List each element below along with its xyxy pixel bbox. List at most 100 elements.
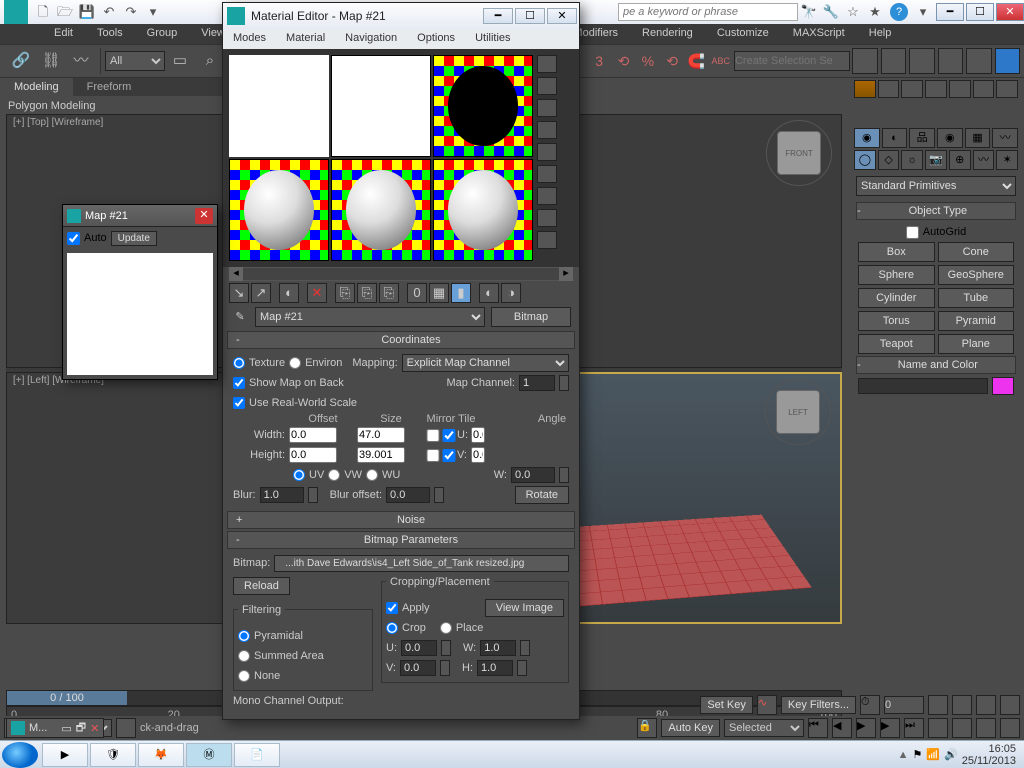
object-name-input[interactable]: [858, 378, 988, 394]
select-by-mat-icon[interactable]: [537, 209, 557, 227]
material-editor-icon[interactable]: [995, 48, 1021, 74]
btn-torus[interactable]: Torus: [858, 311, 935, 331]
ribbon-tab-freeform[interactable]: Freeform: [73, 78, 146, 96]
goto-end-icon[interactable]: ⏭: [904, 718, 924, 738]
redo-icon[interactable]: ↷: [122, 3, 140, 21]
taskbar-firefox-icon[interactable]: 🦊: [138, 743, 184, 767]
make-copy-icon[interactable]: ⎘: [335, 283, 355, 303]
place-radio[interactable]: [440, 622, 452, 634]
mirror-icon[interactable]: [852, 48, 878, 74]
crop-radio[interactable]: [386, 622, 398, 634]
name-color-header[interactable]: -Name and Color: [856, 356, 1016, 374]
summed-radio[interactable]: [238, 650, 250, 662]
menu-customize[interactable]: Customize: [705, 24, 781, 44]
reload-button[interactable]: Reload: [233, 577, 290, 595]
nav-icon[interactable]: [976, 695, 996, 715]
mapping-select[interactable]: Explicit Map Channel: [402, 354, 569, 372]
open-icon[interactable]: 🗁: [56, 3, 74, 21]
bitmap-path-button[interactable]: ...ith Dave Edwards\is4_Left Side_of_Tan…: [274, 555, 569, 572]
selection-set-input[interactable]: [734, 51, 850, 71]
btn-sphere[interactable]: Sphere: [858, 265, 935, 285]
crop-w-input[interactable]: [480, 640, 516, 656]
preview-titlebar[interactable]: Map #21 ✕: [63, 205, 217, 227]
space-warps-cat-icon[interactable]: 〰: [973, 150, 995, 170]
geometry-cat-icon[interactable]: ◯: [854, 150, 876, 170]
taskbar-wmp-icon[interactable]: ▶: [42, 743, 88, 767]
teapot-icon[interactable]: [949, 80, 971, 98]
system-tray[interactable]: ▲ ⚑ 📶 🔊: [898, 748, 962, 761]
link-icon[interactable]: 🔗: [8, 48, 34, 74]
nav-icon[interactable]: [976, 718, 996, 738]
nav-icon[interactable]: [952, 718, 972, 738]
keymode-select[interactable]: Selected: [724, 719, 804, 737]
btn-teapot[interactable]: Teapot: [858, 334, 935, 354]
next-frame-icon[interactable]: ▶: [880, 718, 900, 738]
get-material-icon[interactable]: ↘: [229, 283, 249, 303]
btn-box[interactable]: Box: [858, 242, 935, 262]
shapes-cat-icon[interactable]: ◇: [878, 150, 900, 170]
taskbar-clock[interactable]: 16:0525/11/2013: [962, 743, 1022, 767]
modify-tab-icon[interactable]: ◐: [882, 128, 908, 148]
nav-icon[interactable]: [928, 695, 948, 715]
crop-h-input[interactable]: [477, 660, 513, 676]
rollout-noise-header[interactable]: +Noise: [227, 511, 575, 529]
goto-start-icon[interactable]: ⏮: [808, 718, 828, 738]
taskbar-app-icon[interactable]: 🛡: [90, 743, 136, 767]
keyfilters-button[interactable]: Key Filters...: [781, 696, 856, 714]
autogrid-checkbox[interactable]: [906, 226, 919, 239]
mat-id-icon[interactable]: 0: [407, 283, 427, 303]
favorite-icon[interactable]: ★: [866, 3, 884, 21]
menu-group[interactable]: Group: [135, 24, 190, 44]
btn-pyramid[interactable]: Pyramid: [938, 311, 1015, 331]
helpers-cat-icon[interactable]: ⊕: [949, 150, 971, 170]
height-size-input[interactable]: [357, 447, 405, 463]
width-offset-input[interactable]: [289, 427, 337, 443]
material-slot-5[interactable]: [331, 159, 431, 261]
prompt-icon[interactable]: [116, 718, 136, 738]
render-setup-icon[interactable]: [878, 80, 900, 98]
start-button[interactable]: [2, 742, 38, 768]
mateditor-titlebar[interactable]: Material Editor - Map #21 ━ ☐ ✕: [223, 3, 579, 29]
material-slot-1[interactable]: [229, 55, 329, 157]
width-size-input[interactable]: [357, 427, 405, 443]
render-icon[interactable]: [925, 80, 947, 98]
spinner[interactable]: [308, 487, 318, 503]
texture-radio[interactable]: [233, 357, 245, 369]
environ-radio[interactable]: [289, 357, 301, 369]
assign-to-sel-icon[interactable]: ◐: [279, 283, 299, 303]
help-icon[interactable]: ?: [890, 3, 908, 21]
tray-expand-icon[interactable]: ▲: [898, 749, 909, 761]
material-slot-4[interactable]: [229, 159, 329, 261]
hammer-icon[interactable]: [996, 80, 1018, 98]
material-slot-2[interactable]: [331, 55, 431, 157]
show-end-result-icon[interactable]: ▮: [451, 283, 471, 303]
undo-icon[interactable]: ↶: [100, 3, 118, 21]
make-preview-icon[interactable]: [537, 165, 557, 183]
mini-min-icon[interactable]: ▭: [61, 722, 71, 735]
tray-volume-icon[interactable]: 🔊: [944, 748, 958, 761]
autokey-button[interactable]: Auto Key: [661, 719, 720, 737]
utilities-tab-icon[interactable]: 〰: [992, 128, 1018, 148]
u-tile-checkbox[interactable]: [441, 429, 457, 442]
btn-tube[interactable]: Tube: [938, 288, 1015, 308]
abc-icon[interactable]: ABC: [710, 49, 732, 73]
none-radio[interactable]: [238, 670, 250, 682]
angle-snap-icon[interactable]: ⟲: [612, 49, 634, 73]
menu-edit[interactable]: Edit: [42, 24, 85, 44]
minimize-button[interactable]: ━: [936, 3, 964, 21]
menu-maxscript[interactable]: MAXScript: [781, 24, 857, 44]
chevron-down-icon[interactable]: ▾: [914, 3, 932, 21]
eyedropper-icon[interactable]: ✎: [231, 308, 249, 326]
cameras-cat-icon[interactable]: 📷: [925, 150, 947, 170]
pick-icon[interactable]: [973, 80, 995, 98]
memenu-material[interactable]: Material: [276, 29, 335, 49]
wu-radio[interactable]: [366, 469, 378, 481]
mat-map-nav-icon[interactable]: [537, 231, 557, 249]
save-icon[interactable]: 💾: [78, 3, 96, 21]
map-name-select[interactable]: Map #21: [255, 307, 485, 327]
memenu-options[interactable]: Options: [407, 29, 465, 49]
nav-icon[interactable]: [928, 718, 948, 738]
key-icon[interactable]: 🔧: [822, 3, 840, 21]
real-world-checkbox[interactable]: [233, 397, 245, 409]
motion-tab-icon[interactable]: ◉: [937, 128, 963, 148]
